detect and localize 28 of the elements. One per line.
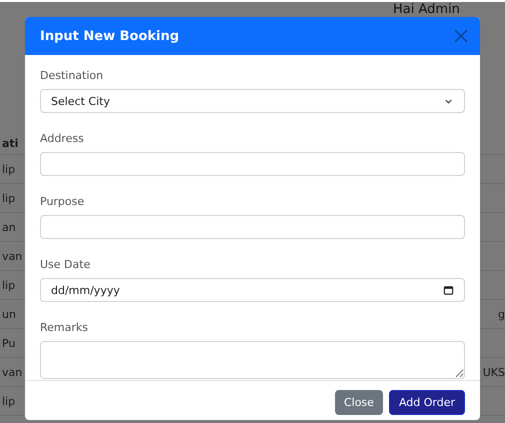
table-cell-text: lip [1, 394, 16, 408]
column-header: ati [1, 136, 20, 150]
input-field[interactable] [40, 152, 465, 176]
remarks-field[interactable] [40, 341, 465, 379]
add-order-button[interactable]: Add Order [388, 390, 465, 415]
close-button[interactable]: Close [334, 390, 383, 415]
close-icon[interactable] [454, 29, 468, 43]
table-cell-text: van [1, 250, 24, 262]
table-cell-text: lip [1, 162, 16, 176]
field-label: Remarks [40, 321, 89, 335]
table-cell-text: lip [1, 278, 16, 292]
table-cell-text: lip [1, 192, 16, 204]
table-cell-text: un [1, 308, 17, 320]
table-cell-text: van [1, 366, 24, 378]
field-label: Purpose [40, 195, 86, 209]
calendar-icon[interactable] [443, 284, 454, 296]
field-label: Destination [40, 69, 104, 83]
field-label: Use Date [40, 258, 92, 272]
modal-title: Input New Booking [40, 28, 180, 44]
table-cell-text: Pu [1, 336, 16, 350]
greeting-text: Hai Admin [392, 2, 461, 17]
table-cell: UKS [482, 366, 505, 378]
table-cell: g [498, 308, 505, 320]
field-label: Address [40, 132, 85, 146]
table-cell-text: an [1, 220, 17, 234]
select-field[interactable]: Select City [40, 89, 465, 113]
date-field[interactable]: dd/mm/yyyy [40, 278, 465, 302]
input-field[interactable] [40, 215, 465, 239]
